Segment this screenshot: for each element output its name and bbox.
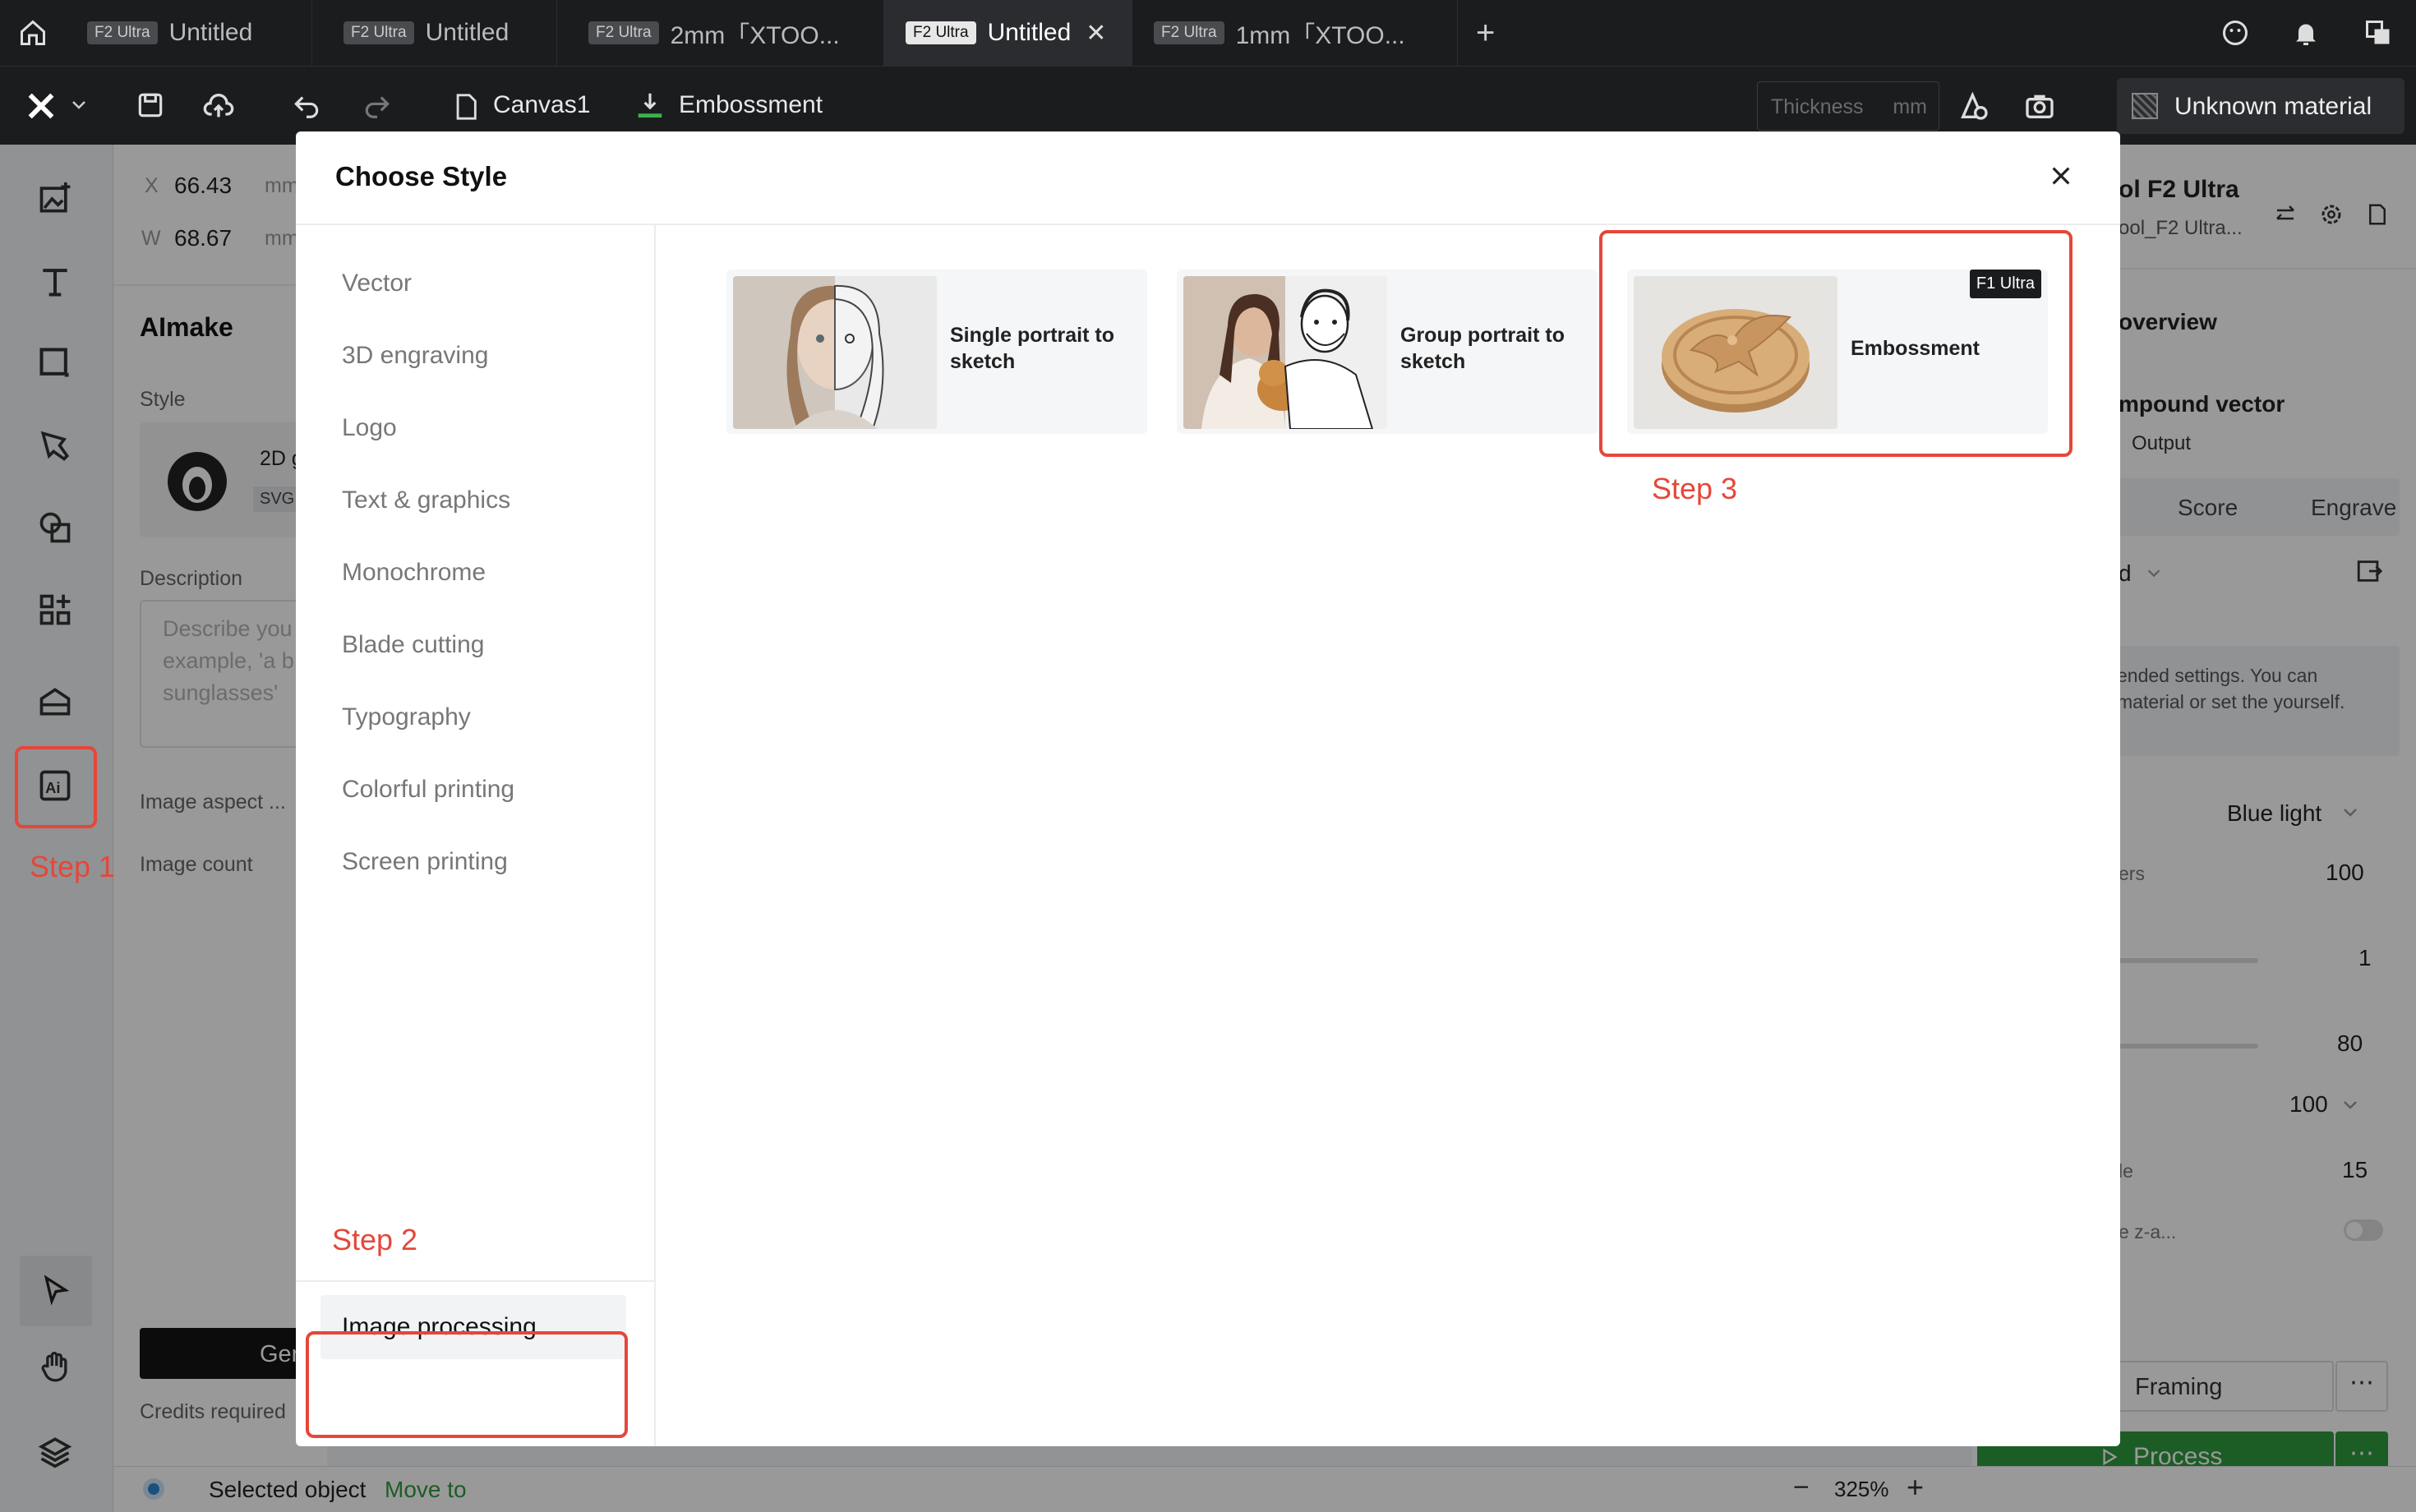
undo-icon[interactable]	[291, 90, 322, 121]
tab-label: Untitled	[425, 19, 509, 46]
dialog-title: Choose Style	[335, 161, 508, 191]
category-monochrome[interactable]: Monochrome	[342, 559, 486, 587]
divider	[296, 1280, 656, 1282]
cloud-upload-icon[interactable]	[202, 90, 235, 122]
category-3d-engraving[interactable]: 3D engraving	[342, 342, 488, 370]
close-icon[interactable]	[2048, 163, 2074, 189]
step2-highlight	[306, 1331, 628, 1438]
step1-label: Step 1	[30, 850, 116, 883]
thickness-input[interactable]: Thickness mm	[1757, 81, 1939, 131]
material-selector[interactable]: Unknown material	[2117, 78, 2404, 134]
category-vector[interactable]: Vector	[342, 270, 412, 297]
close-tab-icon[interactable]: ✕	[1086, 19, 1106, 48]
step2-label: Step 2	[332, 1223, 418, 1256]
tab-5[interactable]: F2 Ultra 1mm「XTOO...	[1132, 0, 1458, 66]
group-portrait-thumbnail	[1183, 276, 1387, 429]
tab-bar: F2 Ultra Untitled F2 Ultra Untitled F2 Ult…	[0, 0, 2416, 66]
embossment-mode-icon	[634, 90, 666, 121]
document-icon	[454, 93, 478, 121]
thickness-unit: mm	[1893, 95, 1927, 118]
tab-4-active[interactable]: F2 Ultra Untitled ✕	[884, 0, 1132, 66]
xtool-logo-icon[interactable]	[25, 90, 58, 122]
material-label: Unknown material	[2174, 93, 2372, 120]
feedback-icon[interactable]	[2220, 18, 2250, 48]
tab-label: 2mm「XTOO...	[670, 22, 840, 49]
choose-style-dialog: Choose Style Vector 3D engraving Logo Te…	[296, 131, 2120, 1446]
save-icon[interactable]	[135, 90, 166, 121]
style-card-group-portrait[interactable]: Group portrait to sketch	[1177, 270, 1598, 434]
category-colorful-printing[interactable]: Colorful printing	[342, 776, 514, 804]
category-text-graphics[interactable]: Text & graphics	[342, 486, 510, 514]
tab-label: Untitled	[168, 19, 253, 46]
single-portrait-thumbnail	[733, 276, 937, 429]
tab-badge: F2 Ultra	[1154, 21, 1224, 44]
tab-label: Untitled	[987, 19, 1072, 46]
step3-highlight	[1599, 230, 2073, 457]
tab-label: 1mm「XTOO...	[1235, 22, 1405, 49]
card-label-group-portrait: Group portrait to sketch	[1400, 324, 1565, 373]
tab-badge: F2 Ultra	[87, 21, 158, 44]
step1-highlight	[15, 746, 97, 828]
category-typography[interactable]: Typography	[342, 703, 471, 731]
tab-3[interactable]: F2 Ultra 2mm「XTOO...	[557, 0, 884, 66]
thickness-placeholder: Thickness	[1771, 95, 1864, 118]
category-blade-cutting[interactable]: Blade cutting	[342, 631, 484, 659]
category-screen-printing[interactable]: Screen printing	[342, 848, 508, 876]
chevron-down-icon[interactable]	[69, 94, 89, 114]
camera-icon[interactable]	[2023, 90, 2056, 122]
style-card-single-portrait[interactable]: Single portrait to sketch	[726, 270, 1147, 434]
windows-icon[interactable]	[2363, 18, 2393, 48]
dialog-header: Choose Style	[296, 131, 2120, 225]
tab-2[interactable]: F2 Ultra Untitled	[312, 0, 557, 66]
material-swatch-icon	[2132, 93, 2158, 119]
bell-icon[interactable]	[2291, 18, 2321, 48]
tab-badge: F2 Ultra	[588, 21, 659, 44]
step3-label: Step 3	[1652, 472, 1738, 505]
canvas-name[interactable]: Canvas1	[493, 91, 590, 119]
mode-label[interactable]: Embossment	[679, 91, 823, 119]
home-icon[interactable]	[18, 18, 48, 48]
tab-badge: F2 Ultra	[906, 21, 976, 44]
redo-icon[interactable]	[362, 90, 393, 121]
add-tab-icon[interactable]: +	[1476, 15, 1495, 52]
category-logo[interactable]: Logo	[342, 414, 397, 442]
material-test-icon[interactable]	[1957, 90, 1990, 122]
card-label-single-portrait: Single portrait to sketch	[950, 324, 1114, 373]
tab-badge: F2 Ultra	[343, 21, 414, 44]
tab-1[interactable]: F2 Ultra Untitled	[56, 0, 312, 66]
style-category-list: Vector 3D engraving Logo Text & graphics…	[296, 225, 656, 1446]
